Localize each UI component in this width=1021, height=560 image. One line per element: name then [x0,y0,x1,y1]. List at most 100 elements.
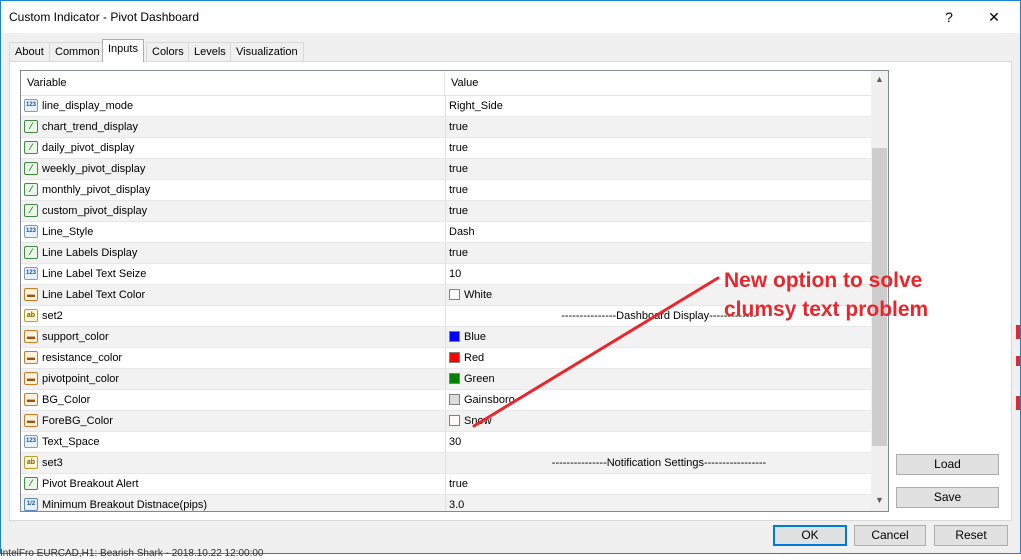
variable-cell[interactable]: ▬ pivotpoint_color [21,369,444,389]
save-button[interactable]: Save [896,487,999,508]
color-name: Green [464,373,495,385]
variable-cell[interactable]: 123 Text_Space [21,432,444,452]
color-name: Gainsboro [464,394,515,406]
value-cell[interactable]: Right_Side [445,96,872,116]
variable-cell[interactable]: ab set3 [21,453,444,473]
variable-cell[interactable]: ⁄ daily_pivot_display [21,138,444,158]
value-cell[interactable]: Blue [445,327,872,347]
tab-common[interactable]: Common [49,42,106,62]
variable-cell[interactable]: 1/2 Minimum Breakout Distnace(pips) [21,495,444,511]
color-swatch[interactable] [449,331,460,342]
table-row[interactable]: 123 Text_Space 30 [21,432,871,453]
value-cell[interactable]: 3.0 [445,495,872,511]
table-row[interactable]: ▬ pivotpoint_color Green [21,369,871,390]
value-cell[interactable]: true [445,474,872,494]
color-icon: ▬ [24,288,38,301]
table-row[interactable]: ⁄ monthly_pivot_display true [21,180,871,201]
value-cell[interactable]: true [445,138,872,158]
value-cell[interactable]: Red [445,348,872,368]
variable-cell[interactable]: ⁄ Pivot Breakout Alert [21,474,444,494]
value-cell[interactable]: 30 [445,432,872,452]
variable-name: daily_pivot_display [42,142,135,154]
variable-value: true [449,121,468,133]
variable-name: pivotpoint_color [42,373,120,385]
value-cell[interactable]: Dash [445,222,872,242]
variable-cell[interactable]: ⁄ custom_pivot_display [21,201,444,221]
variable-cell[interactable]: ▬ resistance_color [21,348,444,368]
variable-cell[interactable]: 123 line_display_mode [21,96,444,116]
variable-cell[interactable]: ⁄ Line Labels Display [21,243,444,263]
int-icon: 123 [24,435,38,448]
bool-icon: ⁄ [24,162,38,175]
tab-inputs[interactable]: Inputs [102,39,144,62]
bool-icon: ⁄ [24,141,38,154]
load-button[interactable]: Load [896,454,999,475]
value-cell[interactable]: true [445,159,872,179]
table-row[interactable]: ab set3 ---------------Notification Settin… [21,453,871,474]
value-cell[interactable]: true [445,243,872,263]
color-swatch[interactable] [449,394,460,405]
value-cell[interactable]: Green [445,369,872,389]
bool-icon: ⁄ [24,183,38,196]
bool-icon: ⁄ [24,120,38,133]
color-swatch[interactable] [449,373,460,384]
table-row[interactable]: 1/2 Minimum Breakout Distnace(pips) 3.0 [21,495,872,511]
table-row[interactable]: ▬ resistance_color Red [21,348,871,369]
value-cell[interactable]: Gainsboro [445,390,872,410]
variable-cell[interactable]: ⁄ weekly_pivot_display [21,159,444,179]
table-row[interactable]: ⁄ Line Labels Display true [21,243,871,264]
table-row[interactable]: ⁄ daily_pivot_display true [21,138,871,159]
table-row[interactable]: 123 line_display_mode Right_Side [21,96,871,117]
variable-cell[interactable]: ▬ ForeBG_Color [21,411,444,431]
color-name: Red [464,352,485,364]
variable-cell[interactable]: ab set2 [21,306,444,326]
table-row[interactable]: ⁄ Pivot Breakout Alert true [21,474,871,495]
reset-button[interactable]: Reset [934,525,1008,546]
help-button[interactable]: ? [926,1,972,33]
variable-cell[interactable]: ⁄ chart_trend_display [21,117,444,137]
table-row[interactable]: ▬ support_color Blue [21,327,871,348]
color-icon: ▬ [24,351,38,364]
variable-value: 3.0 [449,499,465,511]
variable-cell[interactable]: ▬ Line Label Text Color [21,285,444,305]
value-cell[interactable]: true [445,201,872,221]
color-swatch[interactable] [449,352,460,363]
table-row[interactable]: ⁄ custom_pivot_display true [21,201,871,222]
column-header-variable[interactable]: Variable [21,71,67,95]
color-swatch[interactable] [449,415,460,426]
close-button[interactable]: ✕ [971,1,1017,33]
variable-cell[interactable]: ▬ support_color [21,327,444,347]
variable-cell[interactable]: 123 Line_Style [21,222,444,242]
table-row[interactable]: ⁄ weekly_pivot_display true [21,159,871,180]
ok-button[interactable]: OK [773,525,847,546]
tab-levels[interactable]: Levels [188,42,232,62]
cancel-button[interactable]: Cancel [854,525,926,546]
tab-visualization[interactable]: Visualization [230,42,304,62]
variable-name: custom_pivot_display [42,205,148,217]
variable-value: Dash [449,226,475,238]
variable-cell[interactable]: 123 Line Label Text Seize [21,264,444,284]
column-header-value[interactable]: Value [445,71,478,95]
variable-name: line_display_mode [42,100,134,112]
table-row[interactable]: ▬ BG_Color Gainsboro [21,390,871,411]
variable-cell[interactable]: ⁄ monthly_pivot_display [21,180,444,200]
tab-colors[interactable]: Colors [146,42,190,62]
table-row[interactable]: 123 Line_Style Dash [21,222,871,243]
variable-name: set2 [42,310,63,322]
value-cell[interactable]: true [445,180,872,200]
bool-icon: ⁄ [24,204,38,217]
table-row[interactable]: ▬ ForeBG_Color Snow [21,411,871,432]
value-cell[interactable]: ---------------Notification Settings----… [445,453,872,473]
variable-cell[interactable]: ▬ BG_Color [21,390,444,410]
table-row[interactable]: ⁄ chart_trend_display true [21,117,871,138]
tab-about[interactable]: About [9,42,50,62]
scroll-down-arrow-icon[interactable]: ▼ [871,492,888,509]
scroll-up-arrow-icon[interactable]: ▲ [871,71,888,88]
variable-name: chart_trend_display [42,121,139,133]
variable-value: 10 [449,268,462,280]
variable-value: 30 [449,436,462,448]
value-cell[interactable]: Snow [445,411,872,431]
color-swatch[interactable] [449,289,460,300]
value-cell[interactable]: true [445,117,872,137]
color-name: White [464,289,493,301]
